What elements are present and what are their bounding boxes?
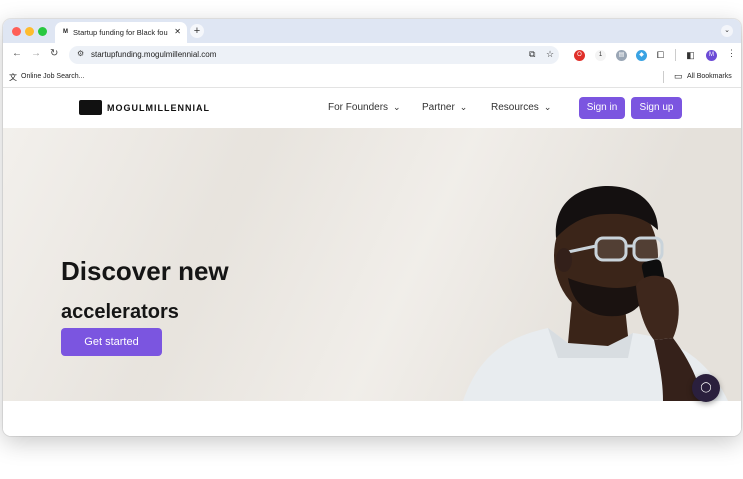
- web-page: MOGULMILLENNIAL For Founders ⌄ Partner ⌄ R…: [3, 88, 741, 436]
- nav-for-founders-label: For Founders: [328, 102, 389, 113]
- bookmark-item-online-job-search[interactable]: Online Job Search...: [21, 73, 84, 80]
- chat-launcher-button[interactable]: ◯: [692, 374, 720, 402]
- extensions-puzzle-icon[interactable]: ⧠: [655, 50, 666, 61]
- chevron-down-icon: ⌄: [459, 102, 468, 112]
- maximize-window-button[interactable]: [38, 27, 47, 36]
- extension-one-icon[interactable]: 1: [595, 50, 606, 61]
- hero-title: Discover new: [61, 256, 229, 286]
- forward-button[interactable]: →: [31, 48, 41, 59]
- extension-shield-icon[interactable]: ◆: [636, 50, 647, 61]
- new-tab-button[interactable]: +: [190, 24, 204, 38]
- browser-toolbar: ← → ↻ ⚙ startupfunding.mogulmillennial.c…: [3, 43, 741, 67]
- site-header: MOGULMILLENNIAL For Founders ⌄ Partner ⌄ R…: [3, 88, 741, 128]
- all-bookmarks-button[interactable]: All Bookmarks: [687, 73, 732, 80]
- chat-bubble-icon: ◯: [700, 382, 712, 393]
- nav-resources-label: Resources: [491, 102, 539, 113]
- minimize-window-button[interactable]: [25, 27, 34, 36]
- tab-favicon-icon: M: [63, 29, 68, 35]
- close-window-button[interactable]: [12, 27, 21, 36]
- chevron-down-icon: ⌄: [393, 102, 401, 112]
- tab-active[interactable]: M Startup funding for Black fou ✕: [55, 22, 187, 43]
- tab-title: Startup funding for Black fou: [73, 28, 168, 37]
- browser-window: M Startup funding for Black fou ✕ + ⌄ ← …: [3, 19, 741, 436]
- tab-search-button[interactable]: ⌄: [721, 25, 733, 37]
- hero-section: Discover new accelerators Get started: [3, 128, 741, 401]
- hero-subtitle: accelerators: [61, 301, 179, 323]
- extension-translate-icon[interactable]: ▤: [616, 50, 627, 61]
- extension-opera-icon[interactable]: O: [574, 50, 585, 61]
- nav-for-founders[interactable]: For Founders ⌄: [328, 102, 401, 113]
- nav-resources[interactable]: Resources ⌄: [491, 102, 551, 113]
- hero-person-image: [463, 186, 728, 401]
- page-lower-section: [3, 401, 741, 436]
- sign-in-button[interactable]: Sign in: [579, 97, 625, 119]
- address-bar[interactable]: ⚙ startupfunding.mogulmillennial.com ⧉ ☆: [69, 46, 559, 64]
- profile-avatar[interactable]: M: [706, 50, 717, 61]
- reload-button[interactable]: ↻: [50, 48, 58, 59]
- url-text: startupfunding.mogulmillennial.com: [91, 50, 217, 59]
- bookmarks-bar: 文 Online Job Search... ▭ All Bookmarks: [3, 67, 741, 88]
- site-info-icon[interactable]: ⚙: [77, 49, 84, 58]
- tab-bar: M Startup funding for Black fou ✕ + ⌄: [3, 19, 741, 43]
- side-panel-icon[interactable]: ◧: [685, 50, 696, 61]
- nav-partner[interactable]: Partner ⌄: [422, 102, 467, 113]
- logo-text: MOGULMILLENNIAL: [107, 103, 210, 113]
- tab-close-icon[interactable]: ✕: [174, 27, 181, 36]
- sign-up-button[interactable]: Sign up: [631, 97, 682, 119]
- folder-icon: ▭: [674, 71, 683, 81]
- chevron-down-icon: ⌄: [543, 102, 552, 112]
- get-started-button[interactable]: Get started: [61, 328, 162, 356]
- toolbar-divider: [675, 49, 676, 61]
- install-app-icon[interactable]: ⧉: [529, 49, 535, 60]
- bookmarks-divider: [663, 71, 664, 83]
- browser-menu-icon[interactable]: ⋮: [727, 48, 736, 59]
- back-button[interactable]: ←: [12, 48, 22, 59]
- logo-mark-icon: [79, 100, 102, 115]
- nav-partner-label: Partner: [422, 102, 455, 113]
- bookmark-favicon-icon: 文: [9, 73, 17, 82]
- bookmark-star-icon[interactable]: ☆: [546, 49, 554, 60]
